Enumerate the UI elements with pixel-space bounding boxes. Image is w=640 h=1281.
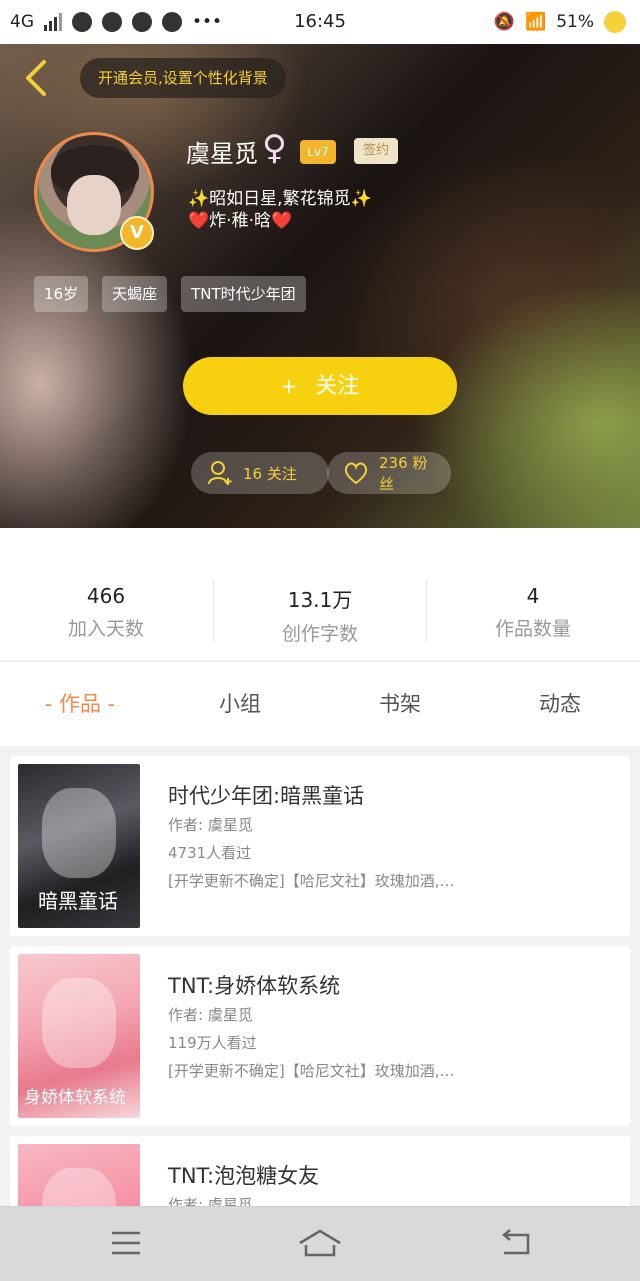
user-add-icon	[208, 461, 232, 485]
stat-days-value: 466	[86, 584, 126, 608]
profile-tabs: - 作品 - 小组 书架 动态	[0, 661, 640, 746]
status-right: 🔕 📶 51%	[494, 0, 626, 44]
work-author: 作者: 虞星觅	[168, 1196, 253, 1206]
back-arrow-icon[interactable]	[18, 58, 58, 98]
back-icon[interactable]	[494, 1223, 538, 1263]
bio-line-2: ❤️炸·稚·晗❤️	[188, 211, 293, 231]
status-bar: 4G ••• 16:45 🔕 📶 51%	[0, 0, 640, 44]
work-views: 4731人看过	[168, 844, 252, 862]
work-card[interactable]: TNT:泡泡糖女友 作者: 虞星觅	[10, 1136, 630, 1206]
work-card[interactable]: 身娇体软系统 TNT:身娇体软系统 作者: 虞星觅 119万人看过 [开学更新不…	[10, 946, 630, 1126]
tab-activity[interactable]: 动态	[480, 662, 640, 746]
stat-days: 466 加入天数	[0, 584, 212, 641]
fans-count: 236 粉丝	[379, 454, 428, 493]
home-icon[interactable]	[298, 1223, 342, 1263]
cover-title: 身娇体软系统	[24, 1088, 126, 1108]
heart-icon	[344, 462, 368, 485]
follow-button[interactable]: + 关注	[183, 357, 457, 415]
work-author: 作者: 虞星觅	[168, 816, 253, 834]
tab-works[interactable]: - 作品 -	[0, 662, 160, 746]
stat-works-value: 4	[526, 584, 540, 608]
book-cover[interactable]	[18, 1144, 140, 1206]
stat-days-label: 加入天数	[67, 618, 144, 640]
plus-icon: +	[280, 374, 298, 398]
work-description: [开学更新不确定]【哈尼文社】玫瑰加酒,…	[168, 872, 455, 890]
battery-icon	[604, 11, 626, 33]
stats-panel: 466 加入天数 13.1万 创作字数 4 作品数量	[0, 528, 640, 660]
work-description: [开学更新不确定]【哈尼文社】玫瑰加酒,…	[168, 1062, 455, 1080]
cover-figure	[42, 788, 116, 878]
following-count-button[interactable]: 16 关注	[191, 452, 329, 494]
stat-words: 13.1万 创作字数	[214, 584, 426, 646]
work-title[interactable]: TNT:泡泡糖女友	[168, 1160, 319, 1190]
profile-header: 开通会员,设置个性化背景 V 虞星觅 ♀ Lv7 签约 ✨昭如日星,繁花锦觅✨ …	[0, 44, 640, 528]
work-title[interactable]: TNT:身娇体软系统	[168, 970, 340, 1000]
vip-background-banner[interactable]: 开通会员,设置个性化背景	[80, 58, 286, 98]
menu-icon[interactable]	[104, 1223, 148, 1263]
follow-button-label: 关注	[315, 374, 360, 399]
level-badge: Lv7	[300, 140, 336, 164]
system-nav-bar	[0, 1206, 640, 1281]
book-cover[interactable]: 身娇体软系统	[18, 954, 140, 1118]
username: 虞星觅	[186, 140, 258, 168]
battery-level: 51%	[556, 12, 594, 32]
tag-zodiac: 天蝎座	[102, 276, 168, 312]
tag-age: 16岁	[34, 276, 89, 312]
stat-works: 4 作品数量	[427, 584, 639, 641]
stat-words-label: 创作字数	[281, 623, 358, 645]
cover-title: 暗黑童话	[38, 889, 118, 913]
cover-figure	[42, 978, 116, 1068]
profile-tags: 16岁 天蝎座 TNT时代少年团	[34, 276, 306, 312]
book-cover[interactable]: 暗黑童话	[18, 764, 140, 928]
cover-figure	[42, 1168, 116, 1206]
wifi-icon: 📶	[525, 12, 547, 32]
verified-badge: V	[120, 216, 154, 250]
mute-icon: 🔕	[493, 12, 516, 32]
female-gender-icon: ♀	[262, 128, 287, 168]
tab-groups[interactable]: 小组	[160, 662, 320, 746]
work-views: 119万人看过	[168, 1034, 257, 1052]
tag-fandom: TNT时代少年团	[181, 276, 306, 312]
avatar-face	[67, 175, 121, 235]
work-title[interactable]: 时代少年团:暗黑童话	[168, 780, 364, 810]
signed-badge: 签约	[354, 138, 398, 164]
work-card[interactable]: 暗黑童话 时代少年团:暗黑童话 作者: 虞星觅 4731人看过 [开学更新不确定…	[10, 756, 630, 936]
tab-bookshelf[interactable]: 书架	[320, 662, 480, 746]
works-list: 暗黑童话 时代少年团:暗黑童话 作者: 虞星觅 4731人看过 [开学更新不确定…	[0, 746, 640, 1206]
stat-words-value: 13.1万	[287, 588, 353, 612]
work-author: 作者: 虞星觅	[168, 1006, 253, 1024]
following-count: 16 关注	[243, 464, 297, 483]
fans-count-button[interactable]: 236 粉丝	[327, 452, 451, 494]
stat-works-label: 作品数量	[494, 618, 571, 640]
